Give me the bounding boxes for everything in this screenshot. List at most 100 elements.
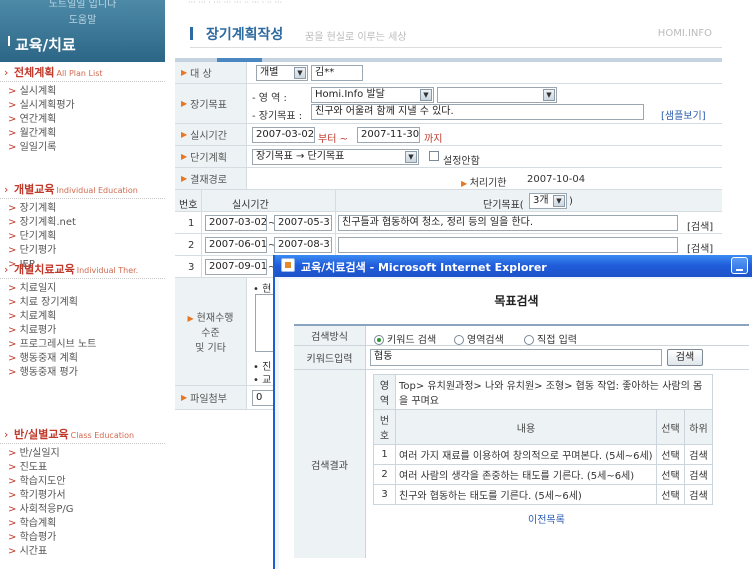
row-keyword: 키워드입력 협동 검색 bbox=[294, 346, 749, 370]
section-header[interactable]: 전체계획All Plan List bbox=[0, 64, 165, 82]
label-text: 현재수행 bbox=[196, 313, 234, 324]
target-name-field[interactable]: 김** bbox=[311, 65, 363, 81]
section-header[interactable]: 개별교육Individual Education bbox=[0, 181, 165, 199]
no-setting-checkbox[interactable] bbox=[429, 151, 439, 161]
sidebar-item[interactable]: 단기계획 bbox=[0, 230, 165, 244]
sidebar-item[interactable]: 장기계획.net bbox=[0, 216, 165, 230]
radio-direct[interactable]: 직접 입력 bbox=[524, 331, 577, 346]
sidebar-top-link[interactable]: 노트일일 입니다 bbox=[0, 0, 165, 10]
sidebar-item[interactable]: 행동중재 계획 bbox=[0, 352, 165, 366]
sidebar-title-text: 교육/치료 bbox=[15, 36, 76, 54]
sidebar-item[interactable]: 일일기록 bbox=[0, 141, 165, 155]
label-text: 결재경로 bbox=[190, 175, 227, 186]
area-label: 영역 bbox=[373, 374, 396, 410]
short-goal-table-header: 번호 실시기간 단기목표( 3개 ▼ ) bbox=[175, 190, 722, 212]
table-row: 3 친구와 협동하는 태도를 기른다. (5세~6세) 선택 검색 bbox=[373, 484, 713, 505]
goal-label: - 장기목표 : bbox=[252, 111, 303, 122]
row-start-field[interactable]: 2007-03-02 bbox=[205, 215, 267, 231]
keyword-input[interactable]: 협동 bbox=[370, 349, 662, 366]
minimize-icon[interactable] bbox=[731, 257, 748, 274]
label-text: 단기계획 bbox=[190, 153, 227, 164]
sub-search-link[interactable]: 검색 bbox=[684, 484, 713, 505]
area-label: - 영 역 : bbox=[252, 93, 287, 104]
radio-label: 키워드 검색 bbox=[387, 335, 437, 346]
target-type-select[interactable]: 개별 ▼ bbox=[256, 65, 308, 81]
label-long-goal: ▶ 장기목표 bbox=[175, 84, 247, 123]
help-link[interactable]: 도움말 bbox=[0, 11, 165, 26]
sidebar-item[interactable]: 진도표 bbox=[0, 461, 165, 475]
sidebar-item[interactable]: 사회적응P/G bbox=[0, 503, 165, 517]
radio-area[interactable]: 영역검색 bbox=[454, 331, 504, 346]
sidebar-item[interactable]: 시간표 bbox=[0, 545, 165, 559]
sidebar-item[interactable]: 학습계획 bbox=[0, 517, 165, 531]
sidebar-item[interactable]: 실시계획 bbox=[0, 85, 165, 99]
area-select[interactable]: Homi.Info 발달 ▼ bbox=[311, 87, 434, 103]
sidebar-section-class-education: 반/실별교육Class Education 반/실일지 진도표 학습지도안 학기… bbox=[0, 426, 165, 559]
sidebar-item[interactable]: 연간계획 bbox=[0, 113, 165, 127]
bullet-text: 교 bbox=[262, 375, 272, 386]
label-attach: ▶ 파일첨부 bbox=[175, 386, 247, 409]
deadline-value: 2007-10-04 bbox=[527, 174, 586, 185]
current-level-textarea[interactable] bbox=[255, 294, 275, 352]
row-end-field[interactable]: 2007-08-31 bbox=[274, 237, 332, 253]
section-header[interactable]: 개별치료교육Individual Ther. bbox=[0, 261, 165, 279]
sub-search-link[interactable]: 검색 bbox=[684, 444, 713, 465]
table-row: 2 여러 사람의 생각을 존중하는 태도를 기른다. (5세~6세) 선택 검색 bbox=[373, 464, 713, 485]
row-goal-field[interactable]: 친구들과 협동하여 청소, 정리 등의 일을 한다. bbox=[338, 215, 678, 231]
label-search-method: 검색방식 bbox=[294, 326, 366, 345]
radio-label: 영역검색 bbox=[467, 335, 504, 346]
sidebar-item[interactable]: 월간계획 bbox=[0, 127, 165, 141]
sidebar-item[interactable]: 치료일지 bbox=[0, 282, 165, 296]
sidebar-item[interactable]: 치료 장기계획 bbox=[0, 296, 165, 310]
select-value: Homi.Info 발달 bbox=[315, 89, 385, 100]
sidebar-item[interactable]: 치료계획 bbox=[0, 310, 165, 324]
sidebar-item[interactable]: 반/실일지 bbox=[0, 447, 165, 461]
goal-count-select[interactable]: 3개 ▼ bbox=[529, 193, 567, 209]
popup-heading: 목표검색 bbox=[494, 294, 539, 308]
row-search-link[interactable]: [검색] bbox=[687, 218, 713, 233]
row-no: 2 bbox=[188, 240, 195, 251]
select-link[interactable]: 선택 bbox=[656, 484, 685, 505]
radio-keyword[interactable]: 키워드 검색 bbox=[374, 331, 436, 346]
row-goal-field[interactable] bbox=[338, 237, 678, 253]
sidebar-item[interactable]: 학기평가서 bbox=[0, 489, 165, 503]
long-goal-field[interactable]: 친구와 어울려 함께 지낼 수 있다. bbox=[311, 104, 644, 120]
sidebar-item[interactable]: 실시계획평가 bbox=[0, 99, 165, 113]
bullet-item: • 현 bbox=[253, 284, 272, 295]
sidebar-item[interactable]: 치료평가 bbox=[0, 324, 165, 338]
col-select: 선택 bbox=[656, 409, 685, 445]
sidebar-section-individual-education: 개별교육Individual Education 장기계획 장기계획.net 단… bbox=[0, 181, 165, 272]
prev-list-link[interactable]: 이전목록 bbox=[528, 511, 565, 526]
row-start-field[interactable]: 2007-09-01 bbox=[205, 259, 267, 275]
sidebar-item[interactable]: 행동중재 평가 bbox=[0, 366, 165, 380]
period-end-field[interactable]: 2007-11-30 bbox=[357, 127, 420, 143]
attach-count-select[interactable]: 0 bbox=[252, 390, 274, 406]
page-subtitle: 꿈을 현실로 이루는 세상 bbox=[305, 32, 407, 43]
label-text: 대 상 bbox=[190, 69, 212, 80]
sidebar-item[interactable]: 학습평가 bbox=[0, 531, 165, 545]
popup-titlebar[interactable]: 교육/치료검색 - Microsoft Internet Explorer bbox=[275, 255, 752, 277]
sample-view-link[interactable]: [샘플보기] bbox=[661, 107, 706, 122]
sidebar-item[interactable]: 장기계획 bbox=[0, 202, 165, 216]
sidebar-item[interactable]: 학습지도안 bbox=[0, 475, 165, 489]
sub-search-link[interactable]: 검색 bbox=[684, 464, 713, 485]
search-button[interactable]: 검색 bbox=[667, 349, 703, 366]
sidebar-item[interactable]: 프로그레시브 노트 bbox=[0, 338, 165, 352]
select-link[interactable]: 선택 bbox=[656, 444, 685, 465]
section-subtitle: Individual Education bbox=[56, 186, 138, 195]
row-end-field[interactable]: 2007-05-31 bbox=[274, 215, 332, 231]
area2-select[interactable]: ▼ bbox=[437, 87, 557, 103]
section-header[interactable]: 반/실별교육Class Education bbox=[0, 426, 165, 444]
period-start-field[interactable]: 2007-03-02 bbox=[252, 127, 315, 143]
short-plan-select[interactable]: 장기목표 → 단기목표 ▼ bbox=[252, 149, 419, 165]
row-search-method: 검색방식 키워드 검색 영역검색 직접 입력 bbox=[294, 324, 749, 346]
top-breadcrumb: ··· ··· · ··· ··· ··· ·· ··· · ·· ··· bbox=[188, 0, 283, 7]
col-goal-close: ) bbox=[569, 196, 573, 207]
result-content: 친구와 협동하는 태도를 기른다. (5세~6세) bbox=[395, 484, 657, 505]
label-period: ▶ 실시기간 bbox=[175, 124, 247, 145]
select-link[interactable]: 선택 bbox=[656, 464, 685, 485]
row-search-link[interactable]: [검색] bbox=[687, 240, 713, 255]
sidebar-item[interactable]: 단기평가 bbox=[0, 244, 165, 258]
row-period: ▶ 실시기간 2007-03-02 부터 ~ 2007-11-30 까지 bbox=[175, 124, 722, 146]
row-start-field[interactable]: 2007-06-01 bbox=[205, 237, 267, 253]
